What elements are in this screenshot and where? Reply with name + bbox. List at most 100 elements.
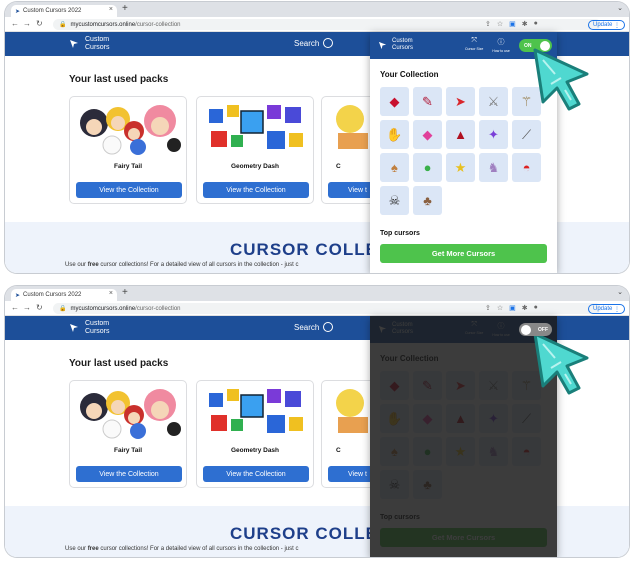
pack-card: Geometry Dash View the Collection xyxy=(196,380,314,488)
popup-header-buttons: ⤧Cursor Size ⓘHow to use xyxy=(465,37,510,53)
pink-crystal-cursor-icon[interactable]: ◆ xyxy=(413,120,442,149)
extensions-puzzle-icon[interactable]: ✱ xyxy=(522,20,528,28)
forward-icon[interactable]: → xyxy=(23,19,31,28)
url-path: /cursor-collection xyxy=(135,21,181,28)
tab-title: Custom Cursors 2022 xyxy=(23,8,82,14)
mewtwo-cursor-icon[interactable]: ♞ xyxy=(479,153,508,182)
update-button[interactable]: Update ⋮ xyxy=(588,20,625,30)
pokeball-cursor-icon[interactable]: ◓ xyxy=(512,153,541,182)
omnibox-icons: ⇪ ☆ ▣ ✱ ● xyxy=(485,304,538,312)
browser-tab[interactable]: ➤ Custom Cursors 2022 × xyxy=(11,5,117,17)
view-collection-button[interactable]: View the Collection xyxy=(76,182,182,198)
section-title: Your last used packs xyxy=(69,74,169,85)
profile-avatar-icon[interactable]: ● xyxy=(534,20,538,28)
logo-line1: Custom xyxy=(85,320,110,327)
mushroom-cursor-icon[interactable]: ♠ xyxy=(380,153,409,182)
site-search[interactable]: Search xyxy=(294,322,334,332)
pack-name: Fairy Tail xyxy=(113,447,143,454)
screenshot-extension-off: ➤ Custom Cursors 2022 × + ⌄ ← → ↻ 🔒 mycu… xyxy=(5,286,629,557)
view-collection-button[interactable]: View the Collection xyxy=(203,466,309,482)
logo-line2: Cursors xyxy=(85,328,110,335)
lock-icon: 🔒 xyxy=(59,22,67,28)
big-teal-cursor-icon xyxy=(533,332,589,395)
toggle-knob xyxy=(521,324,531,335)
site-logo[interactable]: Custom Cursors xyxy=(69,36,110,52)
tab-close-icon[interactable]: × xyxy=(109,6,113,13)
how-to-use-button[interactable]: ⓘHow to use xyxy=(492,37,510,53)
pack-card: Fairy Tail View the Collection xyxy=(69,380,187,488)
forward-icon[interactable]: → xyxy=(23,303,31,312)
raccoon-cursor-icon[interactable]: ♣ xyxy=(413,186,442,215)
big-teal-cursor-icon xyxy=(533,48,589,111)
collection-grid: ◆ ✎ ➤ ⚔ ⚚ ✋ ◆ ▲ ✦ ⟋ ♠ ● ★ ♞ ◓ ☠ ♣ xyxy=(380,87,541,215)
get-more-cursors-button[interactable]: Get More Cursors xyxy=(380,244,547,263)
tab-title: Custom Cursors 2022 xyxy=(23,292,82,298)
gem-brush-cursor-icon[interactable]: ✎ xyxy=(413,87,442,116)
view-collection-button[interactable]: View the Collection xyxy=(203,182,309,198)
search-label: Search xyxy=(294,38,320,48)
cursor-size-button[interactable]: ⤧Cursor Size xyxy=(465,37,483,53)
ruby-cursor-icon[interactable]: ◆ xyxy=(380,87,409,116)
section-title: Your last used packs xyxy=(69,358,169,369)
profile-avatar-icon[interactable]: ● xyxy=(534,304,538,312)
collection-subtext: Use our free cursor collections! For a d… xyxy=(65,262,299,268)
help-icon: ⓘ xyxy=(497,39,505,46)
extension-toggle-off[interactable]: OFF xyxy=(519,323,552,336)
pack-card: Fairy Tail View the Collection xyxy=(69,96,187,204)
reload-icon[interactable]: ↻ xyxy=(36,303,43,312)
tab-favicon-icon: ➤ xyxy=(15,292,21,299)
red-triangle-cursor-icon[interactable]: ▲ xyxy=(446,120,475,149)
view-collection-button[interactable]: View the Collection xyxy=(76,466,182,482)
search-icon xyxy=(323,322,334,332)
logo-cursor-icon xyxy=(70,324,78,332)
pack-image xyxy=(76,101,182,155)
tab-close-icon[interactable]: × xyxy=(109,290,113,297)
address-bar-row: ← → ↻ 🔒 mycustomcursors.online/cursor-co… xyxy=(5,301,629,316)
purple-crystal-cursor-icon[interactable]: ✦ xyxy=(479,120,508,149)
site-logo[interactable]: Custom Cursors xyxy=(69,320,110,336)
share-icon[interactable]: ⇪ xyxy=(485,20,491,28)
back-icon[interactable]: ← xyxy=(11,19,19,28)
search-label: Search xyxy=(294,322,320,332)
red-arrow-cursor-icon[interactable]: ➤ xyxy=(446,87,475,116)
extensions-puzzle-icon[interactable]: ✱ xyxy=(522,304,528,312)
bookmark-star-icon[interactable]: ☆ xyxy=(497,304,503,312)
tab-search-icon[interactable]: ⌄ xyxy=(617,288,623,296)
popup-logo-cursor-icon xyxy=(378,41,387,49)
shell-cursor-icon[interactable]: ✋ xyxy=(380,120,409,149)
tab-favicon-icon: ➤ xyxy=(15,8,21,15)
skeleton-cursor-icon[interactable]: ☠ xyxy=(380,186,409,215)
update-button[interactable]: Update ⋮ xyxy=(588,304,625,314)
pikachu-cursor-icon[interactable]: ★ xyxy=(446,153,475,182)
fairy-tail-art-icon xyxy=(80,105,181,155)
site-search[interactable]: Search xyxy=(294,38,334,48)
logo-cursor-icon xyxy=(70,40,78,48)
pack-card: Geometry Dash View the Collection xyxy=(196,96,314,204)
collection-subtext: Use our free cursor collections! For a d… xyxy=(65,546,299,552)
pack-name: Geometry Dash xyxy=(230,447,280,454)
new-tab-button[interactable]: + xyxy=(122,287,128,298)
pack-image xyxy=(203,101,309,155)
wand-cursor-icon[interactable]: ⟋ xyxy=(512,120,541,149)
bookmark-star-icon[interactable]: ☆ xyxy=(497,20,503,28)
pack-image xyxy=(76,385,182,439)
pack-name: Geometry Dash xyxy=(230,163,280,170)
fairy-tail-art-icon xyxy=(80,389,181,439)
omnibox-icons: ⇪ ☆ ▣ ✱ ● xyxy=(485,20,538,28)
browser-tab[interactable]: ➤ Custom Cursors 2022 × xyxy=(11,289,117,301)
pack-name: Fairy Tail xyxy=(113,163,143,170)
reload-icon[interactable]: ↻ xyxy=(36,19,43,28)
extension-cursor-icon[interactable]: ▣ xyxy=(509,304,516,312)
share-icon[interactable]: ⇪ xyxy=(485,304,491,312)
sword-cursor-icon[interactable]: ⚔ xyxy=(479,87,508,116)
new-tab-button[interactable]: + xyxy=(122,3,128,14)
address-bar-row: ← → ↻ 🔒 mycustomcursors.online/cursor-co… xyxy=(5,17,629,32)
extension-cursor-icon[interactable]: ▣ xyxy=(509,20,516,28)
frog-cursor-icon[interactable]: ● xyxy=(413,153,442,182)
back-icon[interactable]: ← xyxy=(11,303,19,312)
geometry-dash-art-icon xyxy=(209,389,303,433)
tab-search-icon[interactable]: ⌄ xyxy=(617,4,623,12)
geometry-dash-art-icon xyxy=(209,105,303,149)
popup-logo: CustomCursors xyxy=(378,38,413,52)
browser-tab-bar: ➤ Custom Cursors 2022 × + ⌄ xyxy=(5,2,629,17)
